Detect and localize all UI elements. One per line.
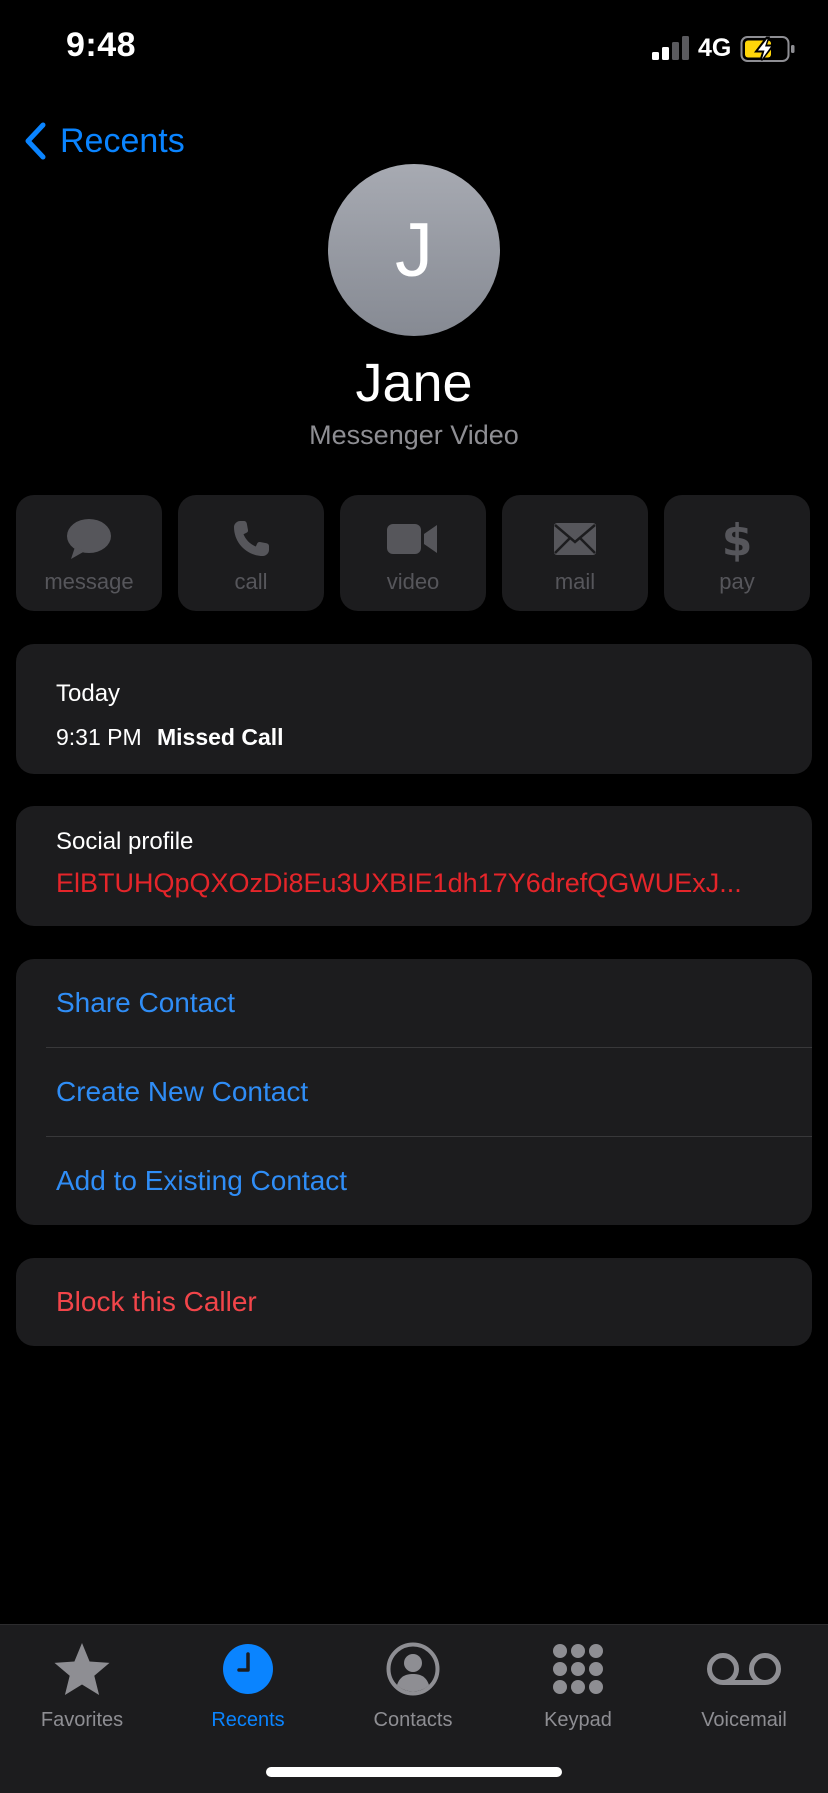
tab-voicemail[interactable]: Voicemail: [669, 1637, 819, 1747]
call-time: 9:31 PM: [56, 724, 142, 750]
tab-contacts[interactable]: Contacts: [338, 1637, 488, 1747]
create-new-contact-button[interactable]: Create New Contact: [16, 1048, 812, 1136]
tab-keypad[interactable]: Keypad: [503, 1637, 653, 1747]
tab-favorites-label: Favorites: [40, 1709, 124, 1731]
contact-subtitle: Messenger Video: [309, 420, 519, 450]
status-time: 9:48: [66, 26, 137, 64]
call-status: Missed Call: [157, 724, 284, 750]
star-icon: [54, 1643, 110, 1695]
call-log-day: Today: [56, 680, 121, 707]
block-caller-label: Block this Caller: [56, 1286, 257, 1317]
chevron-left-icon: [25, 122, 46, 160]
envelope-icon: [554, 523, 596, 555]
share-contact-button[interactable]: Share Contact: [16, 959, 812, 1047]
block-caller-button[interactable]: Block this Caller: [16, 1258, 812, 1346]
home-indicator[interactable]: [266, 1767, 562, 1777]
battery-charging-icon: [740, 36, 795, 62]
video-camera-icon: [387, 524, 437, 554]
call-label: call: [234, 569, 268, 594]
network-type: 4G: [698, 34, 732, 62]
mail-label: mail: [554, 569, 596, 594]
tab-recents[interactable]: Recents: [173, 1637, 323, 1747]
social-profile-card[interactable]: Social profile ElBTUHQpQXOzDi8Eu3UXBIE1d…: [16, 806, 812, 926]
tab-contacts-label: Contacts: [373, 1709, 453, 1731]
tab-keypad-label: Keypad: [544, 1709, 612, 1731]
message-button[interactable]: message: [16, 495, 162, 611]
call-button[interactable]: call: [178, 495, 324, 611]
social-profile-value[interactable]: ElBTUHQpQXOzDi8Eu3UXBIE1dh17Y6drefQGWUEx…: [56, 868, 742, 899]
message-label: message: [44, 569, 134, 594]
contact-options-card: Share Contact Create New Contact Add to …: [16, 959, 812, 1225]
tab-recents-label: Recents: [211, 1709, 285, 1731]
add-to-existing-contact-label: Add to Existing Contact: [56, 1165, 348, 1196]
create-new-contact-label: Create New Contact: [56, 1076, 309, 1107]
tab-favorites[interactable]: Favorites: [7, 1637, 157, 1747]
pay-label: pay: [719, 569, 755, 594]
call-log-card: Today 9:31 PM Missed Call: [16, 644, 812, 774]
dollar-icon: $: [722, 516, 752, 562]
video-button[interactable]: video: [340, 495, 486, 611]
message-bubble-icon: [67, 519, 111, 559]
back-label: Recents: [60, 121, 185, 160]
share-contact-label: Share Contact: [56, 987, 235, 1018]
back-button[interactable]: Recents: [22, 118, 185, 164]
avatar: J: [328, 164, 500, 336]
keypad-icon: [553, 1644, 603, 1694]
tab-voicemail-label: Voicemail: [701, 1709, 787, 1731]
add-to-existing-contact-button[interactable]: Add to Existing Contact: [16, 1137, 812, 1225]
signal-strength-icon: [652, 36, 689, 60]
voicemail-icon: [707, 1653, 781, 1685]
svg-text:$: $: [722, 516, 752, 562]
contact-name: Jane: [355, 353, 473, 413]
clock-icon: [223, 1644, 273, 1694]
person-circle-icon: [386, 1642, 440, 1696]
video-label: video: [386, 569, 440, 594]
phone-icon: [234, 521, 269, 556]
social-profile-label: Social profile: [56, 828, 194, 855]
mail-button[interactable]: mail: [502, 495, 648, 611]
pay-button[interactable]: $ pay: [664, 495, 810, 611]
